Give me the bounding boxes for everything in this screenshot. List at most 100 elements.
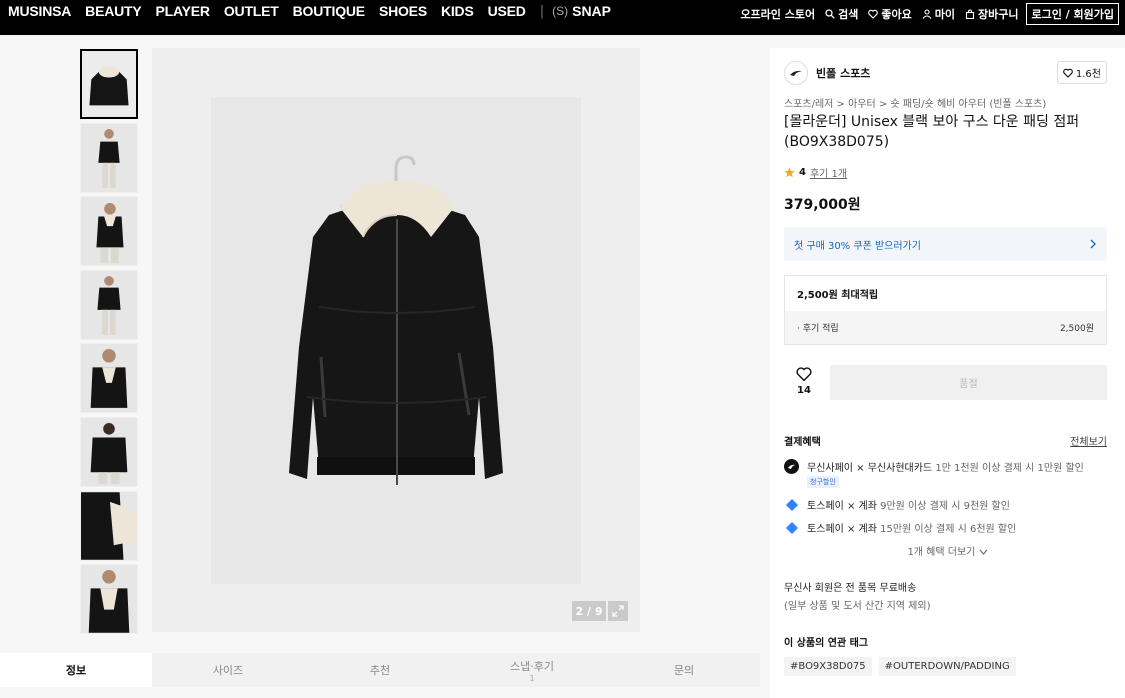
thumbnail-model[interactable] <box>80 564 138 635</box>
rating-value: 4 <box>799 167 806 178</box>
category-nav: MUSINSA BEAUTY PLAYER OUTLET BOUTIQUE SH… <box>8 0 611 22</box>
thumbnail-detail[interactable] <box>80 490 138 561</box>
expand-button[interactable] <box>608 601 628 621</box>
nav-shoes[interactable]: SHOES <box>379 3 427 19</box>
nav-used[interactable]: USED <box>488 3 526 19</box>
nav-beauty[interactable]: BEAUTY <box>85 3 142 19</box>
points-row-label: · 후기 적립 <box>797 324 839 334</box>
expand-icon <box>612 605 624 617</box>
brand-row[interactable]: 빈폴 스포츠 <box>784 61 870 85</box>
rating-row: 4 후기 1개 <box>784 165 847 180</box>
thumbnail-jacket-front[interactable] <box>80 49 138 119</box>
breadcrumb[interactable]: 스포츠/레저 > 아우터 > 숏 패딩/숏 헤비 아우터 (빈폴 스포츠) <box>784 95 1046 110</box>
brand-like-count: 1.6천 <box>1075 69 1101 80</box>
chevron-down-icon <box>979 549 987 555</box>
more-benefits-label: 1개 혜택 더보기 <box>907 547 976 558</box>
review-link[interactable]: 후기 1개 <box>810 165 847 180</box>
tab-label: 문의 <box>673 664 695 677</box>
product-photo <box>211 97 581 584</box>
benefit-strong: 무신사페이 × 무신사현대카드 <box>807 463 933 474</box>
product-like-button[interactable]: 14 <box>784 366 824 396</box>
search-link[interactable]: 검색 <box>825 6 858 22</box>
tab-recommend[interactable]: 추천 <box>304 653 456 687</box>
nav-musinsa[interactable]: MUSINSA <box>8 3 71 19</box>
benefit-strong: 토스페이 × 계좌 <box>807 524 877 535</box>
view-all-link[interactable]: 전체보기 <box>1070 433 1107 448</box>
thumbnail-model-back[interactable] <box>80 416 138 487</box>
thumbnail-model[interactable] <box>80 343 138 414</box>
benefit-badge: 청구할인 <box>807 476 839 488</box>
utility-nav: 오프라인 스토어 검색 좋아요 마이 장바구니 로그인 / 회원가입 <box>730 3 1119 25</box>
more-benefits-button[interactable]: 1개 혜택 더보기 <box>770 543 1125 558</box>
brand-like-button[interactable]: 1.6천 <box>1056 61 1107 84</box>
points-row-value: 2,500원 <box>1059 324 1094 334</box>
tab-info[interactable]: 정보 <box>0 653 152 687</box>
coupon-text: 첫 구매 30% 쿠폰 받으러가기 <box>794 240 921 252</box>
search-icon <box>825 9 835 19</box>
product-image-viewer[interactable]: 2 / 9 <box>152 48 640 632</box>
nav-boutique[interactable]: BOUTIQUE <box>293 3 365 19</box>
related-tags: #BO9X38D075 #OUTERDOWN/PADDING <box>784 657 1016 676</box>
toss-pay-icon <box>784 520 799 535</box>
benefit-detail: 9만원 이상 결제 시 9천원 할인 <box>876 501 1010 512</box>
tab-snap-review[interactable]: 스냅·후기 1 <box>456 653 608 687</box>
product-title: [몰라운더] Unisex 블랙 보아 구스 다운 패딩 점퍼 (BO9X38D… <box>784 114 1080 150</box>
detail-tabs: 정보 사이즈 추천 스냅·후기 1 문의 <box>0 653 760 687</box>
search-label: 검색 <box>838 8 859 21</box>
tag-chip[interactable]: #OUTERDOWN/PADDING <box>878 657 1016 676</box>
product-page: 2 / 9 정보 사이즈 추천 스냅·후기 1 문의 빈폴 스포츠 1.6천 스포… <box>0 35 1125 698</box>
nav-outlet[interactable]: OUTLET <box>224 3 279 19</box>
star-icon <box>784 167 795 178</box>
login-button[interactable]: 로그인 / 회원가입 <box>1026 3 1119 25</box>
tab-inquiry[interactable]: 문의 <box>608 653 760 687</box>
tab-size[interactable]: 사이즈 <box>152 653 304 687</box>
payment-benefits-title: 결제혜택 <box>784 437 821 448</box>
nav-separator: | <box>539 3 545 19</box>
offline-store-link[interactable]: 오프라인 스토어 <box>740 6 815 22</box>
musinsa-pay-icon <box>784 459 799 474</box>
shipping-info: 무신사 회원은 전 품목 무료배송 <box>784 583 917 594</box>
tab-label: 정보 <box>65 664 87 677</box>
thumbnail-model[interactable] <box>80 122 138 193</box>
brand-logo <box>784 61 808 85</box>
chevron-right-icon <box>1090 239 1096 249</box>
heart-icon <box>796 367 812 382</box>
related-tags-title: 이 상품의 연관 태그 <box>784 638 869 649</box>
bag-icon <box>965 9 975 19</box>
jacket-image <box>211 97 581 584</box>
image-counter: 2 / 9 <box>572 601 606 621</box>
product-info-panel: 빈폴 스포츠 1.6천 스포츠/레저 > 아우터 > 숏 패딩/숏 헤비 아우터… <box>770 48 1125 698</box>
tab-label: 사이즈 <box>212 664 244 677</box>
coupon-banner[interactable]: 첫 구매 30% 쿠폰 받으러가기 <box>784 227 1107 261</box>
top-navigation-bar: MUSINSA BEAUTY PLAYER OUTLET BOUTIQUE SH… <box>0 0 1125 35</box>
snap-label: SNAP <box>572 3 612 19</box>
brand-logo-icon <box>790 70 802 76</box>
points-header: 2,500원 최대적립 <box>797 290 879 301</box>
tab-count: 1 <box>529 673 535 683</box>
likes-link[interactable]: 좋아요 <box>868 6 912 22</box>
person-icon <box>922 9 932 19</box>
my-link[interactable]: 마이 <box>922 6 955 22</box>
points-box: 2,500원 최대적립 · 후기 적립 2,500원 <box>784 275 1107 345</box>
tag-chip[interactable]: #BO9X38D075 <box>784 657 872 676</box>
thumbnail-model[interactable] <box>80 269 138 340</box>
snap-logo-mark: (S) <box>552 4 569 18</box>
benefit-item: 무신사페이 × 무신사현대카드 1만 1천원 이상 결제 시 1만원 할인 청구… <box>784 459 1084 488</box>
benefit-item: 토스페이 × 계좌 15만원 이상 결제 시 6천원 할인 <box>784 520 1016 535</box>
thumbnail-list <box>80 49 140 638</box>
thumbnail-model[interactable] <box>80 196 138 267</box>
sold-out-button[interactable]: 품절 <box>830 365 1107 400</box>
toss-pay-icon <box>784 497 799 512</box>
price: 379,000원 <box>784 197 861 213</box>
nav-kids[interactable]: KIDS <box>441 3 474 19</box>
nav-snap[interactable]: (S) SNAP <box>552 3 611 19</box>
brand-name: 빈폴 스포츠 <box>816 67 871 80</box>
benefit-detail: 1만 1천원 이상 결제 시 1만원 할인 <box>932 463 1084 474</box>
nav-player[interactable]: PLAYER <box>156 3 211 19</box>
tab-label: 추천 <box>369 664 391 677</box>
my-label: 마이 <box>934 8 955 21</box>
tab-label: 스냅·후기 <box>510 659 554 673</box>
product-like-count: 14 <box>797 385 811 396</box>
cart-label: 장바구니 <box>977 8 1019 21</box>
cart-link[interactable]: 장바구니 <box>965 6 1018 22</box>
